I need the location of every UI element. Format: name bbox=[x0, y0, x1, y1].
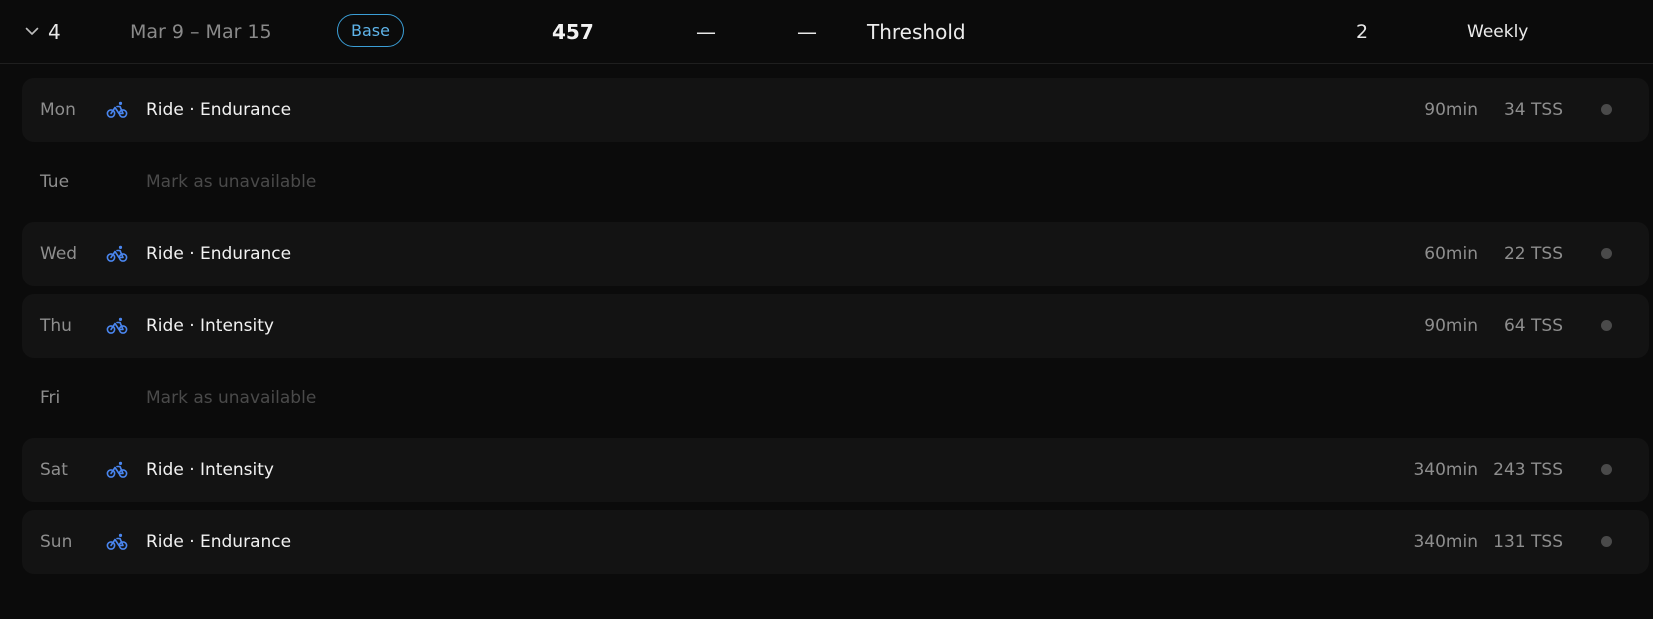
day-label: Tue bbox=[40, 172, 70, 192]
workout-tss: 243 TSS bbox=[1493, 460, 1563, 480]
week-focus: Threshold bbox=[867, 19, 966, 44]
workout-duration: 90min bbox=[1424, 100, 1478, 120]
day-row-mon[interactable]: Mon Ride · Endurance 90min 34 TSS bbox=[22, 78, 1649, 142]
workout-title: Ride · Endurance bbox=[146, 244, 292, 264]
status-dot-icon[interactable] bbox=[1601, 536, 1612, 547]
status-dot-icon[interactable] bbox=[1601, 320, 1612, 331]
day-row-sun[interactable]: Sun Ride · Endurance 340min 131 TSS bbox=[22, 510, 1649, 574]
workout-tss: 64 TSS bbox=[1503, 316, 1563, 336]
day-label: Sat bbox=[40, 460, 68, 480]
day-row-wed[interactable]: Wed Ride · Endurance 60min 22 TSS bbox=[22, 222, 1649, 286]
day-label: Sun bbox=[40, 532, 73, 552]
workout-tss: 131 TSS bbox=[1493, 532, 1563, 552]
bike-icon bbox=[106, 78, 128, 142]
chevron-down-icon[interactable] bbox=[24, 0, 40, 63]
workout-title: Ride · Intensity bbox=[146, 460, 274, 480]
workout-tss: 22 TSS bbox=[1503, 244, 1563, 264]
week-count: 2 bbox=[1356, 20, 1369, 43]
day-label: Wed bbox=[40, 244, 78, 264]
week-column-b: — bbox=[797, 19, 817, 44]
workout-duration: 60min bbox=[1424, 244, 1478, 264]
week-header[interactable]: 4 Mar 9 – Mar 15 Base 457 — — Threshold … bbox=[0, 0, 1653, 64]
phase-badge: Base bbox=[337, 14, 404, 47]
workout-title: Ride · Intensity bbox=[146, 316, 274, 336]
bike-icon bbox=[106, 294, 128, 358]
workout-duration: 340min bbox=[1413, 460, 1478, 480]
workout-title: Ride · Endurance bbox=[146, 532, 292, 552]
day-label: Thu bbox=[40, 316, 72, 336]
bike-icon bbox=[106, 438, 128, 502]
mark-unavailable-link[interactable]: Mark as unavailable bbox=[146, 150, 316, 214]
day-row-sat[interactable]: Sat Ride · Intensity 340min 243 TSS bbox=[22, 438, 1649, 502]
week-column-a: — bbox=[696, 19, 716, 44]
status-dot-icon[interactable] bbox=[1601, 104, 1612, 115]
week-number: 4 bbox=[48, 19, 61, 44]
week-tss-total: 457 bbox=[552, 19, 594, 44]
day-label: Fri bbox=[40, 388, 61, 408]
workout-title: Ride · Endurance bbox=[146, 100, 292, 120]
status-dot-icon[interactable] bbox=[1601, 248, 1612, 259]
workout-duration: 340min bbox=[1413, 532, 1478, 552]
week-frequency: Weekly bbox=[1467, 21, 1529, 42]
bike-icon bbox=[106, 222, 128, 286]
workout-duration: 90min bbox=[1424, 316, 1478, 336]
mark-unavailable-link[interactable]: Mark as unavailable bbox=[146, 366, 316, 430]
week-date-range: Mar 9 – Mar 15 bbox=[130, 20, 272, 43]
day-row-thu[interactable]: Thu Ride · Intensity 90min 64 TSS bbox=[22, 294, 1649, 358]
day-label: Mon bbox=[40, 100, 76, 120]
status-dot-icon[interactable] bbox=[1601, 464, 1612, 475]
day-row-tue: Tue Mark as unavailable bbox=[22, 150, 1649, 214]
day-row-fri: Fri Mark as unavailable bbox=[22, 366, 1649, 430]
workout-tss: 34 TSS bbox=[1503, 100, 1563, 120]
bike-icon bbox=[106, 510, 128, 574]
